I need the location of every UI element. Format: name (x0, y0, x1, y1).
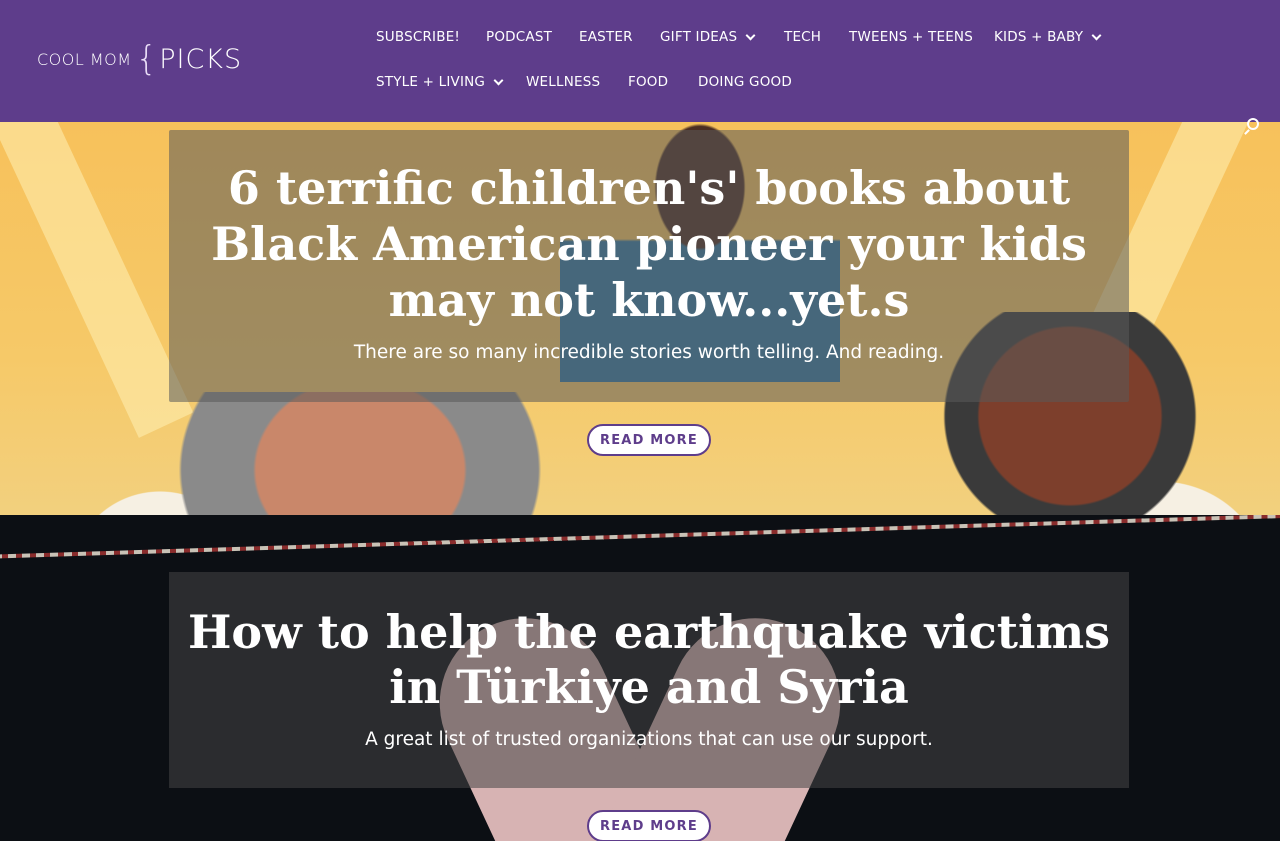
logo-text-small: COOL MOM (37, 49, 132, 69)
read-more-button[interactable]: READ MORE (587, 424, 711, 456)
post-excerpt: A great list of trusted organizations th… (365, 729, 933, 750)
nav-label: WELLNESS (526, 74, 601, 90)
light-ray (0, 122, 194, 438)
nav-label: TECH (784, 29, 822, 45)
nav-item-style-living[interactable]: STYLE + LIVING (376, 74, 504, 90)
nav-item-kids-baby[interactable]: KIDS + BABY (994, 29, 1102, 45)
search-icon[interactable] (1243, 118, 1261, 136)
post-excerpt: There are so many incredible stories wor… (353, 342, 945, 363)
nav-item-wellness[interactable]: WELLNESS (526, 74, 600, 90)
featured-post-1: 6 terrific children's' books about Black… (0, 122, 1280, 515)
nav-item-doing-good[interactable]: DOING GOOD (698, 74, 792, 90)
nav-item-tweens-teens[interactable]: TWEENS + TEENS (849, 29, 973, 45)
nav-item-podcast[interactable]: PODCAST (486, 29, 552, 45)
chevron-down-icon (493, 75, 504, 85)
post-title[interactable]: 6 terrific children's' books about Black… (169, 160, 1129, 328)
nav-item-food[interactable]: FOOD (628, 74, 668, 90)
post-title[interactable]: How to help the earthquake victims in Tü… (169, 605, 1129, 715)
logo-text-big: PICKS (159, 43, 243, 75)
nav-item-easter[interactable]: EASTER (579, 29, 633, 45)
read-more-button[interactable]: READ MORE (587, 810, 711, 841)
nav-item-subscribe[interactable]: SUBSCRIBE! (376, 29, 460, 45)
nav-label: TWEENS + TEENS (849, 29, 973, 45)
logo-brace: { (135, 39, 158, 79)
nav-item-gift-ideas[interactable]: GIFT IDEAS (660, 29, 756, 45)
nav-item-tech[interactable]: TECH (784, 29, 821, 45)
nav-label: DOING GOOD (698, 74, 792, 90)
chevron-down-icon (745, 30, 756, 40)
search-icon-handle (1244, 129, 1250, 135)
nav-label: FOOD (628, 74, 669, 90)
illustration-figure (150, 392, 570, 515)
nav-label: STYLE + LIVING (376, 74, 486, 90)
twine-string (0, 515, 1280, 559)
search-icon-ring (1247, 118, 1259, 130)
nav-label: EASTER (579, 29, 633, 45)
nav-label: SUBSCRIBE! (376, 29, 461, 45)
site-header: COOL MOM { PICKS SUBSCRIBE! PODCAST EAST… (0, 0, 1280, 122)
featured-post-2: How to help the earthquake victims in Tü… (0, 515, 1280, 841)
nav-label: PODCAST (486, 29, 553, 45)
chevron-down-icon (1091, 30, 1102, 40)
nav-label: KIDS + BABY (994, 29, 1084, 45)
nav-label: GIFT IDEAS (660, 29, 738, 45)
site-logo[interactable]: COOL MOM { PICKS (37, 42, 242, 76)
